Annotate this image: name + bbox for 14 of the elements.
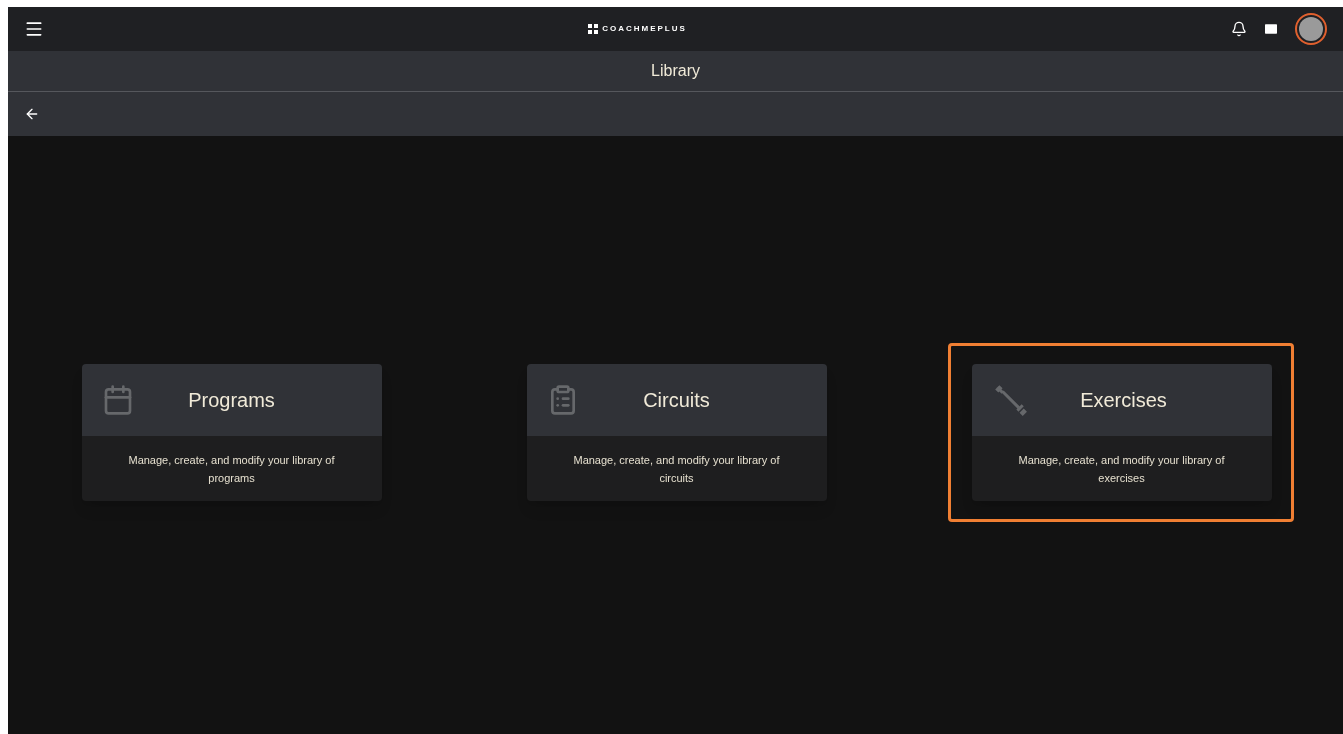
mail-button[interactable]	[1263, 21, 1279, 37]
card-title: Programs	[187, 388, 276, 413]
card-description: Manage, create, and modify your library of circuits	[572, 452, 781, 486]
notifications-button[interactable]	[1231, 21, 1247, 37]
page-title: Library	[651, 61, 700, 81]
back-button[interactable]	[24, 106, 40, 122]
card-description: Manage, create, and modify your library of exercises	[1017, 452, 1226, 486]
card-title: Circuits	[642, 388, 711, 413]
menu-button[interactable]	[24, 19, 44, 39]
logo-icon	[588, 24, 599, 34]
avatar[interactable]	[1295, 13, 1327, 45]
card-title: Exercises	[1079, 388, 1168, 413]
logo-text: COACHMEPLUS	[602, 23, 687, 35]
card-description: Manage, create, and modify your library of programs	[127, 452, 336, 486]
